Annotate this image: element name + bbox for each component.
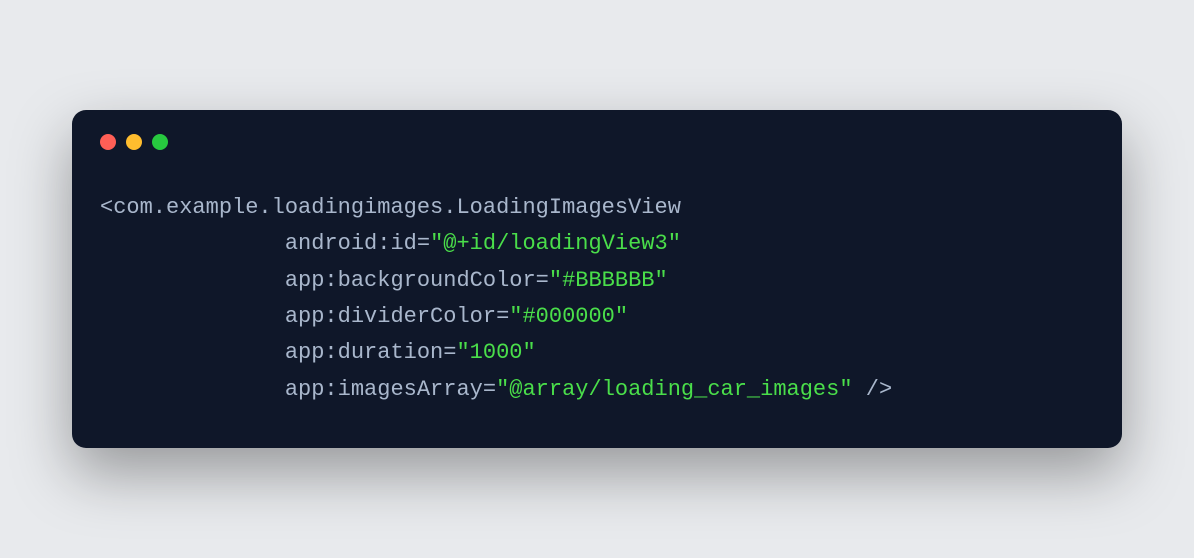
maximize-icon[interactable] xyxy=(152,134,168,150)
tag-name: com.example.loadingimages.LoadingImagesV… xyxy=(113,195,681,220)
tag-open-bracket: < xyxy=(100,195,113,220)
minimize-icon[interactable] xyxy=(126,134,142,150)
attr-equals: = xyxy=(536,268,549,293)
attr-value: "@+id/loadingView3" xyxy=(430,231,681,256)
attr-name: app:dividerColor xyxy=(285,304,496,329)
close-icon[interactable] xyxy=(100,134,116,150)
code-block: <com.example.loadingimages.LoadingImages… xyxy=(72,150,1122,448)
attr-value: "1000" xyxy=(456,340,535,365)
attr-name: app:imagesArray xyxy=(285,377,483,402)
attr-value: "@array/loading_car_images" xyxy=(496,377,852,402)
attr-name: app:duration xyxy=(285,340,443,365)
attr-equals: = xyxy=(483,377,496,402)
window-controls xyxy=(72,110,1122,150)
attr-equals: = xyxy=(443,340,456,365)
attr-value: "#000000" xyxy=(509,304,628,329)
tag-close-bracket: /> xyxy=(853,377,893,402)
attr-name: android:id xyxy=(285,231,417,256)
attr-equals: = xyxy=(496,304,509,329)
attr-equals: = xyxy=(417,231,430,256)
attr-value: "#BBBBBB" xyxy=(549,268,668,293)
attr-name: app:backgroundColor xyxy=(285,268,536,293)
code-window: <com.example.loadingimages.LoadingImages… xyxy=(72,110,1122,448)
